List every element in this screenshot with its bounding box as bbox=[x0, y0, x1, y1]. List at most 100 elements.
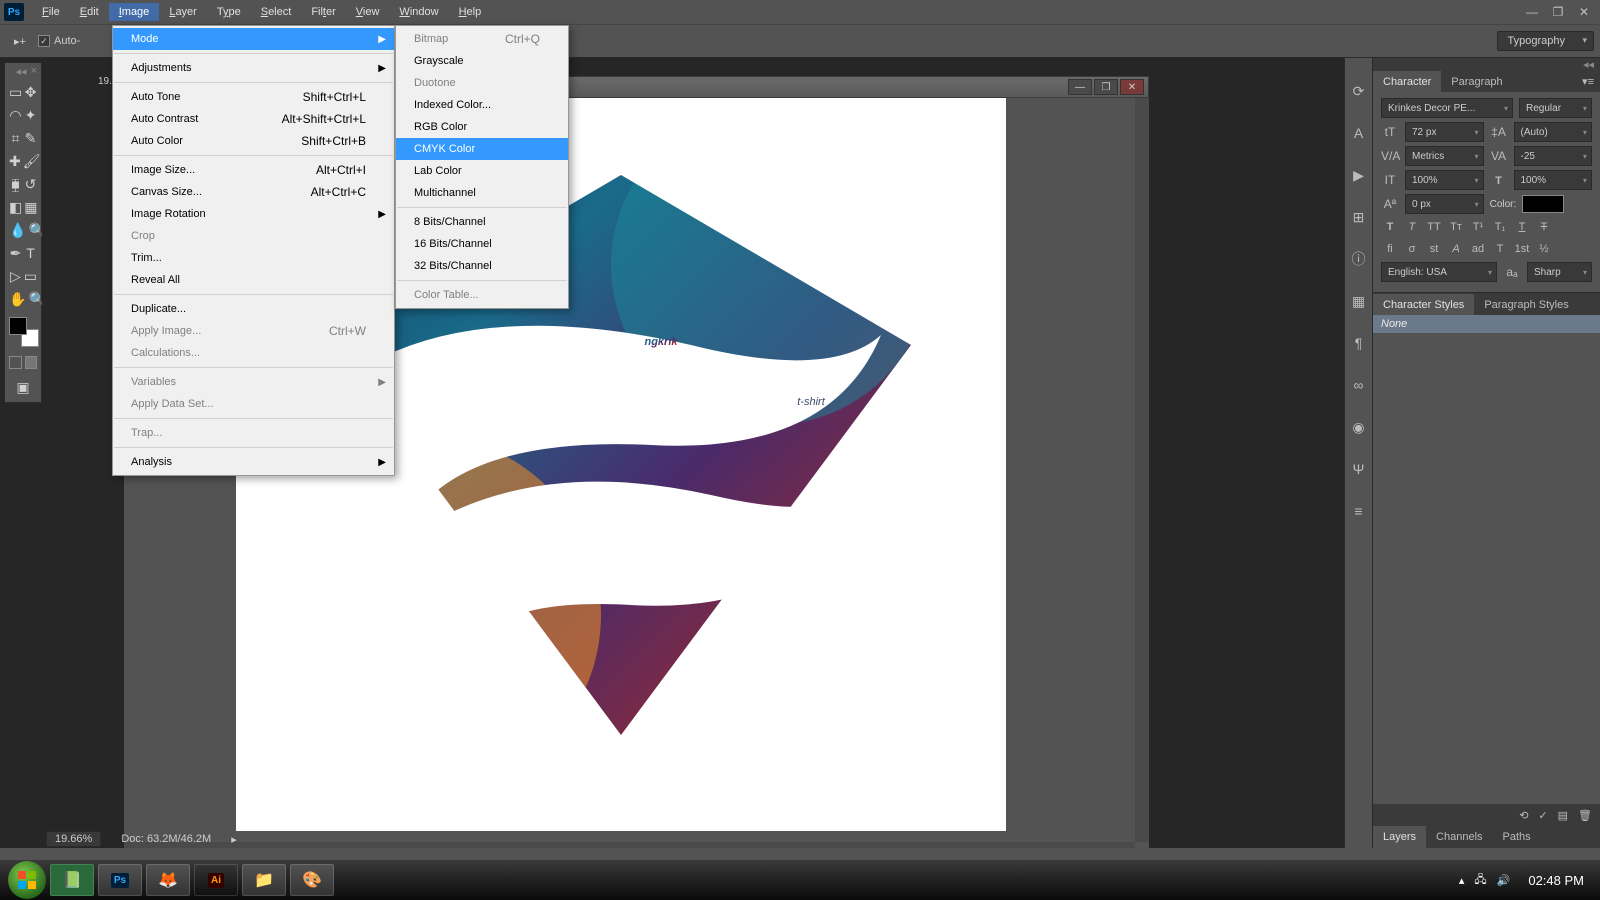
blur-tool[interactable]: 💧 bbox=[9, 219, 26, 241]
titling-button[interactable]: T bbox=[1491, 240, 1509, 258]
language-field[interactable]: English: USA bbox=[1381, 262, 1497, 282]
menu-item-8-bits-channel[interactable]: 8 Bits/Channel bbox=[396, 211, 568, 233]
character-icon[interactable]: A bbox=[1350, 124, 1368, 142]
menu-item-rgb-color[interactable]: RGB Color bbox=[396, 116, 568, 138]
clone-stamp-tool[interactable]: ⧯ bbox=[9, 173, 22, 195]
grid-icon[interactable]: ▦ bbox=[1350, 292, 1368, 310]
strikethrough-button[interactable]: T bbox=[1535, 218, 1553, 236]
subscript-button[interactable]: T₁ bbox=[1491, 218, 1509, 236]
delete-style-button[interactable]: 🗑 bbox=[1578, 809, 1592, 822]
screen-mode-button[interactable]: ▣ bbox=[9, 376, 37, 398]
menu-item-mode[interactable]: Mode▶ bbox=[113, 28, 394, 50]
kerning-field[interactable]: Metrics bbox=[1405, 146, 1484, 166]
menu-image[interactable]: Image bbox=[109, 3, 160, 21]
discretionary-button[interactable]: st bbox=[1425, 240, 1443, 258]
ligatures-button[interactable]: fi bbox=[1381, 240, 1399, 258]
tab-character-styles[interactable]: Character Styles bbox=[1373, 294, 1474, 315]
start-button[interactable] bbox=[8, 861, 46, 899]
horizontal-scrollbar[interactable] bbox=[124, 842, 1135, 848]
tab-paragraph-styles[interactable]: Paragraph Styles bbox=[1474, 294, 1578, 315]
gradient-tool[interactable]: ▦ bbox=[24, 196, 37, 218]
menu-item-auto-tone[interactable]: Auto ToneShift+Ctrl+L bbox=[113, 86, 394, 108]
status-arrow-icon[interactable]: ▸ bbox=[231, 833, 237, 846]
eraser-tool[interactable]: ◧ bbox=[9, 196, 22, 218]
fractions-button[interactable]: ½ bbox=[1535, 240, 1553, 258]
taskbar-explorer[interactable]: 📁 bbox=[242, 864, 286, 896]
clock[interactable]: 02:48 PM bbox=[1520, 873, 1592, 888]
history-icon[interactable]: ⟳ bbox=[1350, 82, 1368, 100]
menu-window[interactable]: Window bbox=[389, 3, 448, 21]
menu-item-image-size[interactable]: Image Size...Alt+Ctrl+I bbox=[113, 159, 394, 181]
workspace-switcher[interactable]: Typography bbox=[1497, 31, 1594, 51]
menu-item-auto-contrast[interactable]: Auto ContrastAlt+Shift+Ctrl+L bbox=[113, 108, 394, 130]
menu-edit[interactable]: Edit bbox=[70, 3, 109, 21]
italic-button[interactable]: T bbox=[1403, 218, 1421, 236]
lasso-tool[interactable]: ◠ bbox=[9, 104, 22, 126]
taskbar-paint[interactable]: 🎨 bbox=[290, 864, 334, 896]
eyedropper-tool[interactable]: ✎ bbox=[24, 127, 37, 149]
menu-item-canvas-size[interactable]: Canvas Size...Alt+Ctrl+C bbox=[113, 181, 394, 203]
font-style-field[interactable]: Regular bbox=[1519, 98, 1592, 118]
menu-item-trim[interactable]: Trim... bbox=[113, 247, 394, 269]
menu-view[interactable]: View bbox=[346, 3, 390, 21]
tab-layers[interactable]: Layers bbox=[1373, 826, 1426, 848]
brush-tool[interactable]: 🖌 bbox=[23, 150, 41, 172]
smallcaps-button[interactable]: Tᴛ bbox=[1447, 218, 1465, 236]
taskbar-app-1[interactable]: 📗 bbox=[50, 864, 94, 896]
superscript-button[interactable]: T¹ bbox=[1469, 218, 1487, 236]
shape-tool[interactable]: ▭ bbox=[24, 265, 37, 287]
underline-button[interactable]: T bbox=[1513, 218, 1531, 236]
status-zoom[interactable]: 19.66% bbox=[46, 831, 101, 847]
tab-character[interactable]: Character bbox=[1373, 71, 1441, 92]
menu-item-lab-color[interactable]: Lab Color bbox=[396, 160, 568, 182]
history-brush-tool[interactable]: ↺ bbox=[24, 173, 37, 195]
contextual-button[interactable]: σ bbox=[1403, 240, 1421, 258]
type-tool[interactable]: T bbox=[24, 242, 37, 264]
menu-file[interactable]: File bbox=[32, 3, 70, 21]
menu-item-adjustments[interactable]: Adjustments▶ bbox=[113, 57, 394, 79]
menu-item-indexed-color[interactable]: Indexed Color... bbox=[396, 94, 568, 116]
doc-maximize-button[interactable]: ❐ bbox=[1094, 79, 1118, 95]
hand-tool[interactable]: ✋ bbox=[9, 288, 26, 310]
vscale-field[interactable]: 100% bbox=[1405, 170, 1484, 190]
style-none-row[interactable]: None bbox=[1373, 315, 1600, 333]
menu-filter[interactable]: Filter bbox=[301, 3, 345, 21]
glyphs-icon[interactable]: ∞ bbox=[1350, 376, 1368, 394]
paragraph-icon[interactable]: ¶ bbox=[1350, 334, 1368, 352]
tracking-field[interactable]: -25 bbox=[1514, 146, 1593, 166]
menu-item-image-rotation[interactable]: Image Rotation▶ bbox=[113, 203, 394, 225]
doc-close-button[interactable]: ✕ bbox=[1120, 79, 1144, 95]
auto-select-checkbox[interactable]: ✓ Auto- bbox=[38, 35, 80, 47]
ordinals-button[interactable]: 1st bbox=[1513, 240, 1531, 258]
menu-item-analysis[interactable]: Analysis▶ bbox=[113, 451, 394, 473]
menu-item-cmyk-color[interactable]: CMYK Color bbox=[396, 138, 568, 160]
stylistic-button[interactable]: ad bbox=[1469, 240, 1487, 258]
magic-wand-tool[interactable]: ✦ bbox=[24, 104, 37, 126]
info-icon[interactable]: ⓘ bbox=[1350, 250, 1368, 268]
path-selection-tool[interactable]: ▷ bbox=[9, 265, 22, 287]
redefine-button[interactable]: ✓ bbox=[1538, 809, 1547, 822]
antialiasing-field[interactable]: Sharp bbox=[1527, 262, 1592, 282]
tab-paths[interactable]: Paths bbox=[1493, 826, 1541, 848]
bold-button[interactable]: T bbox=[1381, 218, 1399, 236]
close-button[interactable]: ✕ bbox=[1572, 3, 1596, 21]
doc-minimize-button[interactable]: — bbox=[1068, 79, 1092, 95]
hscale-field[interactable]: 100% bbox=[1514, 170, 1593, 190]
menu-select[interactable]: Select bbox=[251, 3, 302, 21]
clear-override-button[interactable]: ⟲ bbox=[1519, 809, 1528, 822]
menu-item-multichannel[interactable]: Multichannel bbox=[396, 182, 568, 204]
taskbar-photoshop[interactable]: Ps bbox=[98, 864, 142, 896]
leading-field[interactable]: (Auto) bbox=[1514, 122, 1593, 142]
allcaps-button[interactable]: TT bbox=[1425, 218, 1443, 236]
menu-type[interactable]: Type bbox=[207, 3, 251, 21]
move-tool[interactable]: ✥ bbox=[24, 81, 37, 103]
baseline-field[interactable]: 0 px bbox=[1405, 194, 1484, 214]
panel-menu-button[interactable]: ▾≡ bbox=[1576, 71, 1600, 92]
adjustments-icon[interactable]: ≡ bbox=[1350, 502, 1368, 520]
text-color-swatch[interactable] bbox=[1522, 195, 1564, 213]
tab-paragraph[interactable]: Paragraph bbox=[1441, 71, 1512, 92]
new-style-button[interactable]: ▤ bbox=[1558, 809, 1568, 822]
marquee-tool[interactable]: ▭ bbox=[9, 81, 22, 103]
tray-expand-icon[interactable]: ▴ bbox=[1459, 874, 1465, 887]
collapse-panels-button[interactable]: ◂◂ bbox=[1583, 58, 1594, 70]
